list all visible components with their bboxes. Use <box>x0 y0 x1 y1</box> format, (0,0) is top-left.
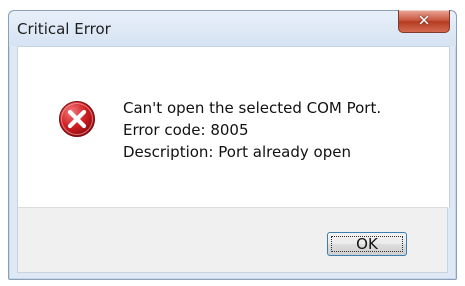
description-line: Description: Port already open <box>123 143 351 161</box>
close-icon: ✕ <box>417 11 431 30</box>
error-icon <box>59 101 95 137</box>
focus-rectangle <box>331 236 403 252</box>
titlebar[interactable]: Critical Error ✕ <box>9 10 456 46</box>
critical-error-dialog: Critical Error ✕ Can't open the selected… <box>8 10 457 280</box>
message-area: Can't open the selected COM Port. Error … <box>17 46 450 208</box>
message-line-1: Can't open the selected COM Port. <box>123 99 382 117</box>
close-button[interactable]: ✕ <box>398 10 450 33</box>
error-code-line: Error code: 8005 <box>123 121 249 139</box>
error-message: Can't open the selected COM Port. Error … <box>123 97 381 163</box>
dialog-title: Critical Error <box>17 20 111 38</box>
button-bar: OK <box>17 207 448 273</box>
ok-button[interactable]: OK <box>327 232 407 256</box>
